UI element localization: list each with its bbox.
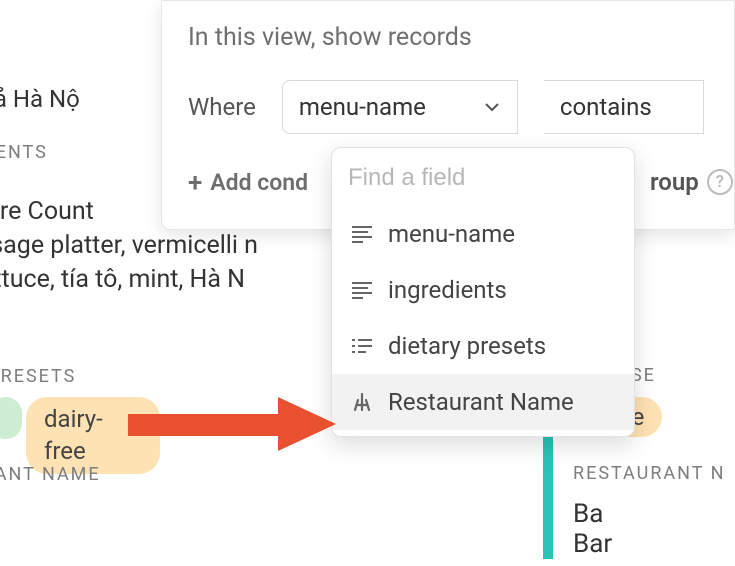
help-icon[interactable]: ? <box>707 169 733 195</box>
field-option-dietary-presets[interactable]: dietary presets <box>332 318 634 374</box>
filter-popover-title: In this view, show records <box>188 23 708 52</box>
field-picker-dropdown: menu-name ingredients dietary presets <box>331 147 635 437</box>
operator-select-value: contains <box>560 93 652 121</box>
field-select[interactable]: menu-name <box>282 80 518 134</box>
conjunction-label: Where <box>188 93 256 121</box>
restaurant-name-header: URANT NAME <box>0 463 101 487</box>
restaurant-name-value: Ba Bar <box>573 499 612 559</box>
field-option-label: Restaurant Name <box>388 388 574 416</box>
field-option-restaurant-name[interactable]: Restaurant Name <box>332 374 634 430</box>
multiselect-icon <box>350 334 374 358</box>
group-button-label: roup <box>650 168 699 196</box>
field-select-value: menu-name <box>299 93 426 121</box>
ingredients-header: DIENTS <box>0 141 48 165</box>
chevron-down-icon <box>483 98 501 116</box>
text-field-icon <box>350 390 374 414</box>
plus-icon: + <box>188 170 202 196</box>
menu-name-value: Chả Hà Nộ <box>0 83 80 115</box>
add-condition-label: Add cond <box>210 169 308 196</box>
field-search[interactable] <box>346 158 620 198</box>
field-option-label: dietary presets <box>388 332 546 360</box>
field-option-menu-name[interactable]: menu-name <box>332 206 634 262</box>
field-option-ingredients[interactable]: ingredients <box>332 262 634 318</box>
add-condition-button[interactable]: + Add cond <box>188 169 308 196</box>
preset-pill-partial <box>0 397 22 439</box>
dietary-presets-header: Y PRESETS <box>0 365 76 389</box>
operator-select[interactable]: contains <box>544 80 704 134</box>
add-condition-group-button[interactable]: roup ? <box>650 168 733 196</box>
long-text-icon <box>350 278 374 302</box>
field-search-input[interactable] <box>346 163 620 193</box>
field-option-label: ingredients <box>388 276 507 304</box>
long-text-icon <box>350 222 374 246</box>
restaurant-name-header-right: RESTAURANT N <box>573 463 725 484</box>
field-option-label: menu-name <box>388 220 515 248</box>
